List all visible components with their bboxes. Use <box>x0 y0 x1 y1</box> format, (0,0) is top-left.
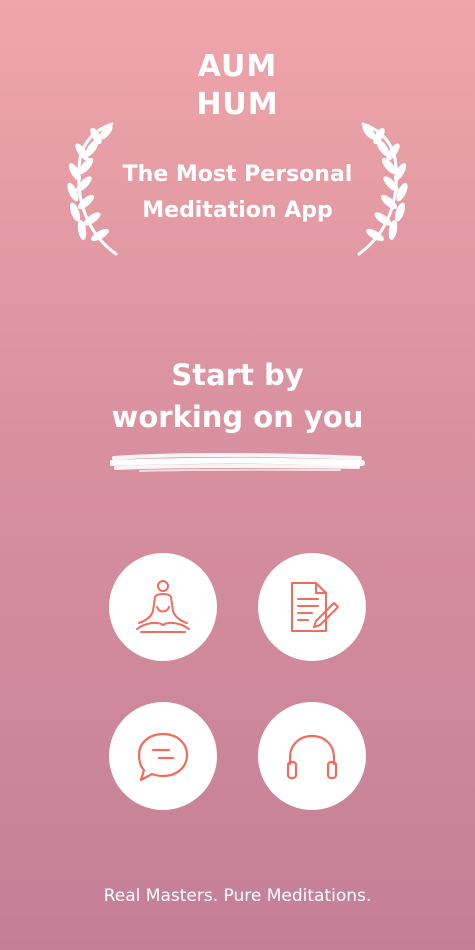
audio-button[interactable] <box>258 702 366 810</box>
splash-screen: AUM HUM The Most Personal Meditation App… <box>0 0 475 950</box>
meditation-pose-icon <box>136 580 190 633</box>
journal-button[interactable] <box>258 553 366 661</box>
chat-button[interactable] <box>109 702 217 810</box>
document-edit-icon <box>291 582 339 632</box>
footer-slogan: Real Masters. Pure Meditations. <box>103 886 372 906</box>
logo-line-1: AUM <box>197 49 278 84</box>
headphones-icon <box>286 734 338 780</box>
tagline-line-1: The Most Personal <box>122 162 353 187</box>
headline-line-1: Start by <box>171 358 304 392</box>
brush-stroke-divider <box>110 453 365 472</box>
app-logo: AUM HUM <box>0 48 475 124</box>
headline-line-2: working on you <box>111 400 364 434</box>
logo-line-2: HUM <box>196 87 279 122</box>
chat-bubble-icon <box>137 732 189 782</box>
meditation-button[interactable] <box>109 553 217 661</box>
headline: Start by working on you <box>0 354 475 438</box>
tagline: The Most Personal Meditation App <box>0 157 475 229</box>
tagline-line-2: Meditation App <box>142 198 333 223</box>
